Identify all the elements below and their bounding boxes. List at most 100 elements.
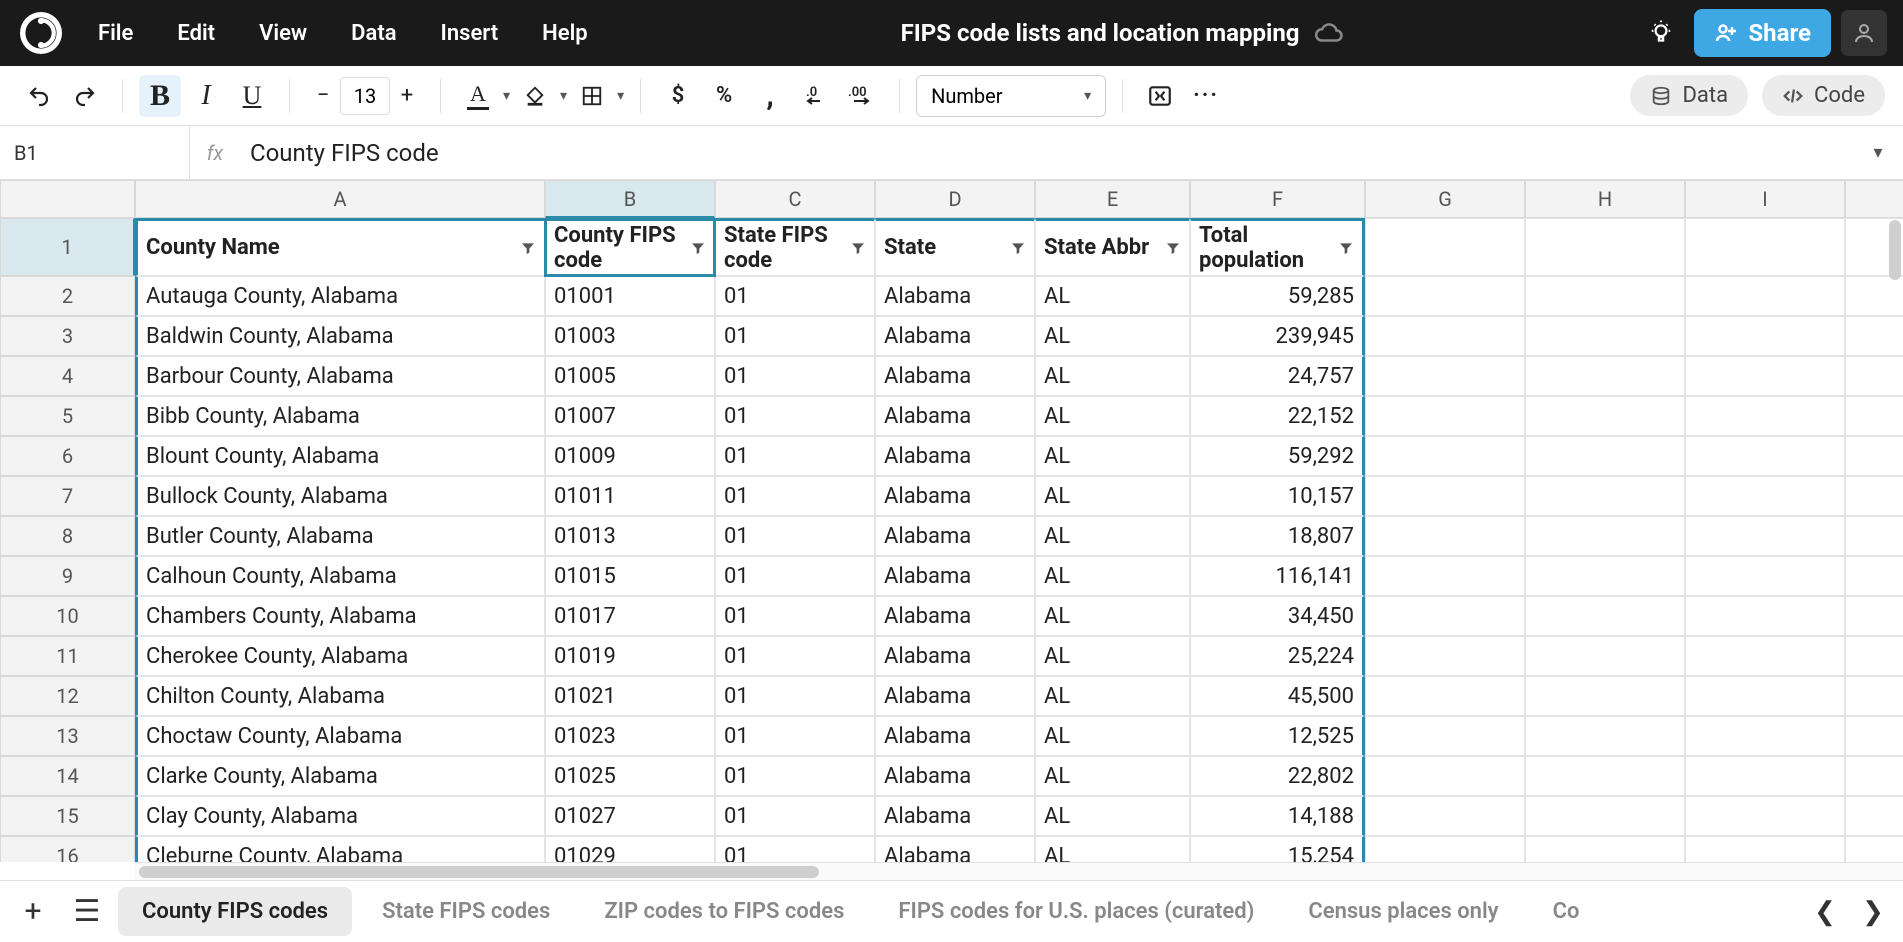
cell[interactable] [1365,316,1525,356]
cell[interactable] [1685,476,1845,516]
cell[interactable] [1685,676,1845,716]
filter-icon[interactable] [520,240,536,256]
cell[interactable] [1845,516,1903,556]
cell[interactable] [1845,436,1903,476]
cell[interactable] [1685,396,1845,436]
row-header[interactable]: 7 [0,476,135,516]
col-header-A[interactable]: A [135,180,545,218]
cell[interactable]: 01 [715,556,875,596]
cell[interactable]: 116,141 [1190,556,1365,596]
tab-scroll-right[interactable]: ❯ [1853,889,1893,935]
cell[interactable] [1525,356,1685,396]
cell[interactable] [1365,476,1525,516]
cell[interactable]: 01009 [545,436,715,476]
header-cell[interactable] [1525,218,1685,276]
cell[interactable]: 01 [715,596,875,636]
header-cell[interactable]: Total population [1190,218,1365,276]
header-cell[interactable]: County Name [135,218,545,276]
cell[interactable]: Bullock County, Alabama [135,476,545,516]
col-header-D[interactable]: D [875,180,1035,218]
vertical-scrollbar[interactable] [1889,220,1901,280]
cell[interactable]: 01 [715,796,875,836]
cell[interactable]: 12,525 [1190,716,1365,756]
cell[interactable] [1525,436,1685,476]
filter-icon[interactable] [690,240,706,256]
row-header[interactable]: 16 [0,836,135,862]
row-header[interactable]: 10 [0,596,135,636]
cell[interactable]: 01021 [545,676,715,716]
col-header-G[interactable]: G [1365,180,1525,218]
row-header[interactable]: 14 [0,756,135,796]
menu-insert[interactable]: Insert [423,11,517,56]
cell[interactable] [1685,436,1845,476]
cell[interactable] [1845,796,1903,836]
cell[interactable]: 59,285 [1190,276,1365,316]
all-sheets-button[interactable]: ☰ [64,889,110,935]
cell[interactable]: 01005 [545,356,715,396]
cell[interactable] [1365,636,1525,676]
row-header[interactable]: 12 [0,676,135,716]
cell[interactable]: 01 [715,756,875,796]
cell[interactable]: 45,500 [1190,676,1365,716]
sheet-tab[interactable]: State FIPS codes [358,887,574,936]
cell[interactable] [1365,716,1525,756]
cell[interactable]: Alabama [875,596,1035,636]
cell[interactable] [1525,316,1685,356]
menu-view[interactable]: View [241,11,325,56]
cell[interactable]: Alabama [875,356,1035,396]
cell[interactable] [1845,276,1903,316]
cell[interactable]: Chambers County, Alabama [135,596,545,636]
expand-formula-bar[interactable]: ▾ [1853,142,1903,163]
row-header[interactable]: 11 [0,636,135,676]
cell[interactable]: 01 [715,676,875,716]
select-all-corner[interactable] [0,180,135,218]
header-cell[interactable] [1365,218,1525,276]
cell[interactable]: 01023 [545,716,715,756]
header-cell[interactable]: State [875,218,1035,276]
cell[interactable] [1685,316,1845,356]
bold-button[interactable]: B [139,75,181,117]
cell[interactable] [1685,636,1845,676]
cell[interactable]: 15,254 [1190,836,1365,862]
cell[interactable]: AL [1035,836,1190,862]
cell[interactable]: 01019 [545,636,715,676]
percent-button[interactable]: % [703,75,745,117]
undo-button[interactable] [18,75,60,117]
cell[interactable]: 01 [715,396,875,436]
cell[interactable] [1685,796,1845,836]
cell[interactable] [1365,836,1525,862]
cell[interactable]: Alabama [875,676,1035,716]
sheet-tab[interactable]: FIPS codes for U.S. places (curated) [874,887,1278,936]
cell[interactable]: AL [1035,476,1190,516]
cell[interactable] [1525,636,1685,676]
cell[interactable] [1525,676,1685,716]
cell[interactable]: Alabama [875,516,1035,556]
row-header[interactable]: 9 [0,556,135,596]
cell[interactable]: AL [1035,356,1190,396]
cell[interactable]: Autauga County, Alabama [135,276,545,316]
data-panel-button[interactable]: Data [1630,75,1748,116]
cell[interactable] [1845,636,1903,676]
cell[interactable]: 34,450 [1190,596,1365,636]
header-cell[interactable]: State Abbr [1035,218,1190,276]
insert-function-button[interactable] [1139,75,1181,117]
cell[interactable] [1365,396,1525,436]
sheet-tab[interactable]: County FIPS codes [118,887,352,936]
cell[interactable] [1685,756,1845,796]
currency-button[interactable]: $ [657,75,699,117]
cell[interactable]: AL [1035,636,1190,676]
col-header-I[interactable]: I [1685,180,1845,218]
cell[interactable] [1525,276,1685,316]
cell[interactable] [1365,676,1525,716]
cell[interactable]: 01011 [545,476,715,516]
cell[interactable]: AL [1035,316,1190,356]
cell[interactable]: 01 [715,716,875,756]
cloud-sync-icon[interactable] [1314,18,1344,48]
formula-input[interactable]: County FIPS code [240,139,1853,167]
col-header-F[interactable]: F [1190,180,1365,218]
cell[interactable] [1845,476,1903,516]
cell[interactable]: 01029 [545,836,715,862]
cell[interactable]: Alabama [875,396,1035,436]
cell[interactable] [1365,276,1525,316]
col-header-J[interactable]: J [1845,180,1903,218]
